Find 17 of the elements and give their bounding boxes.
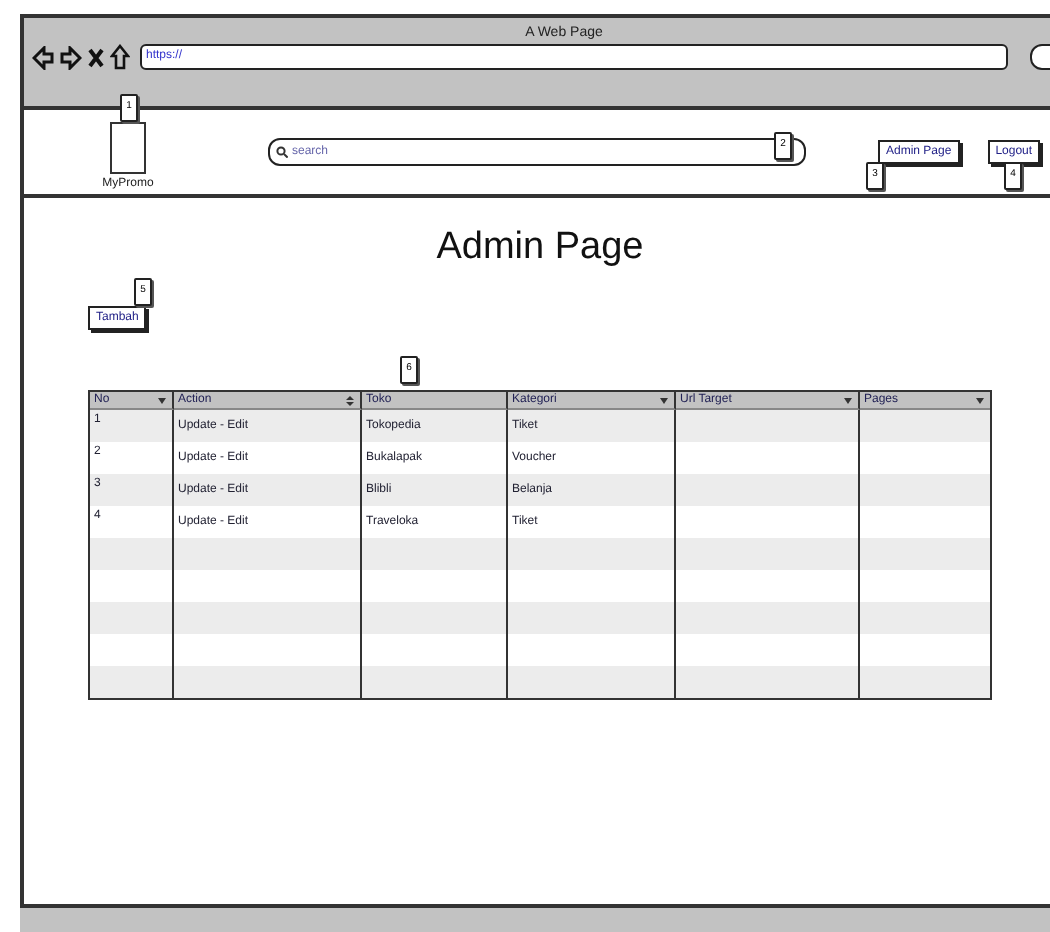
sort-icon[interactable] <box>844 395 852 405</box>
close-icon[interactable] <box>88 47 104 67</box>
logo-placeholder <box>110 122 146 174</box>
search-icon <box>276 146 288 158</box>
sort-icon[interactable] <box>660 395 668 405</box>
sort-icon[interactable] <box>346 395 354 405</box>
forward-arrow-icon[interactable] <box>60 45 82 69</box>
table-cell <box>860 666 990 698</box>
back-arrow-icon[interactable] <box>32 45 54 69</box>
sort-icon[interactable] <box>158 395 166 405</box>
table-cell <box>860 410 990 442</box>
table-cell <box>860 538 990 570</box>
home-icon[interactable] <box>110 44 130 70</box>
page-heading: Admin Page <box>434 226 646 270</box>
table-cell <box>860 474 990 506</box>
sort-icon[interactable] <box>976 395 984 405</box>
table-cell <box>860 602 990 634</box>
